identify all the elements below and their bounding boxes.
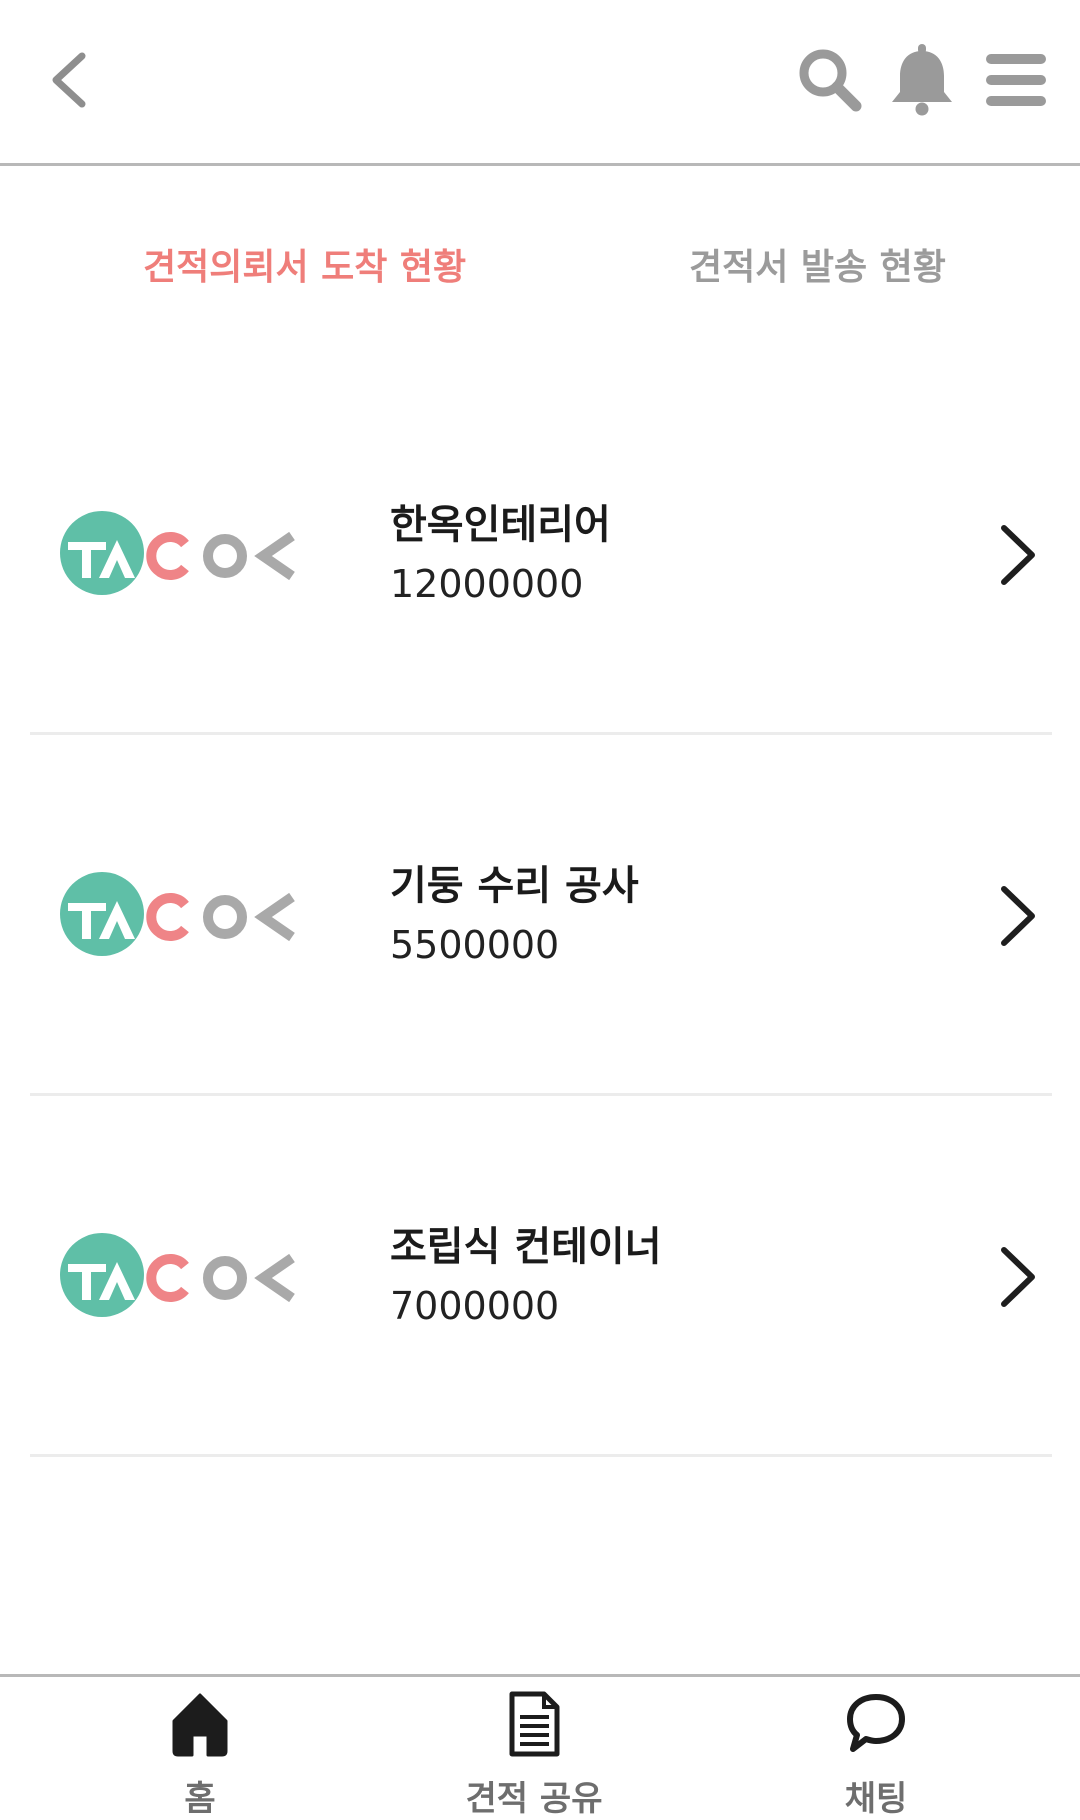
bottom-navigation: 홈 견적 공유 채팅 bbox=[0, 1674, 1080, 1819]
item-title: 조립식 컨테이너 bbox=[390, 1224, 662, 1270]
nav-quote-share[interactable]: 견적 공유 bbox=[414, 1677, 654, 1819]
notification-button[interactable] bbox=[884, 40, 960, 120]
menu-button[interactable] bbox=[978, 42, 1058, 118]
quote-request-list: 한옥인테리어 12000000 기둥 수리 공사 5500000 조립식 컨테이… bbox=[0, 374, 1080, 1457]
item-title: 한옥인테리어 bbox=[390, 502, 611, 548]
nav-home[interactable]: 홈 bbox=[80, 1677, 320, 1819]
item-price: 12000000 bbox=[390, 562, 584, 606]
list-item[interactable]: 한옥인테리어 12000000 bbox=[0, 374, 1080, 735]
chevron-right-icon[interactable] bbox=[996, 522, 1040, 588]
nav-chat[interactable]: 채팅 bbox=[756, 1677, 996, 1819]
home-icon bbox=[168, 1691, 232, 1757]
top-app-bar bbox=[0, 0, 1080, 166]
bell-icon bbox=[892, 44, 952, 116]
item-price: 5500000 bbox=[390, 923, 560, 967]
tab-quote-requests-received[interactable]: 견적의뢰서 도착 현황 bbox=[143, 232, 466, 304]
taco-logo bbox=[60, 510, 300, 596]
search-button[interactable] bbox=[792, 42, 868, 118]
search-icon bbox=[799, 49, 862, 112]
back-button[interactable] bbox=[30, 40, 110, 120]
tab-quotes-sent[interactable]: 견적서 발송 현황 bbox=[689, 232, 946, 304]
chevron-right-icon[interactable] bbox=[996, 1244, 1040, 1310]
nav-chat-label: 채팅 bbox=[844, 1779, 908, 1819]
taco-logo bbox=[60, 1232, 300, 1318]
taco-logo bbox=[60, 871, 300, 957]
chevron-right-icon[interactable] bbox=[996, 883, 1040, 949]
item-title: 기둥 수리 공사 bbox=[390, 863, 639, 909]
document-icon bbox=[507, 1691, 561, 1757]
item-price: 7000000 bbox=[390, 1284, 560, 1328]
nav-quote-share-label: 견적 공유 bbox=[465, 1779, 603, 1819]
nav-home-label: 홈 bbox=[184, 1779, 216, 1819]
hamburger-menu-icon bbox=[986, 54, 1046, 106]
list-item[interactable]: 기둥 수리 공사 5500000 bbox=[0, 735, 1080, 1096]
chat-bubble-icon bbox=[844, 1691, 908, 1757]
list-item[interactable]: 조립식 컨테이너 7000000 bbox=[0, 1096, 1080, 1457]
status-tabs: 견적의뢰서 도착 현황 견적서 발송 현황 bbox=[0, 232, 1080, 304]
chevron-left-icon bbox=[52, 52, 86, 108]
